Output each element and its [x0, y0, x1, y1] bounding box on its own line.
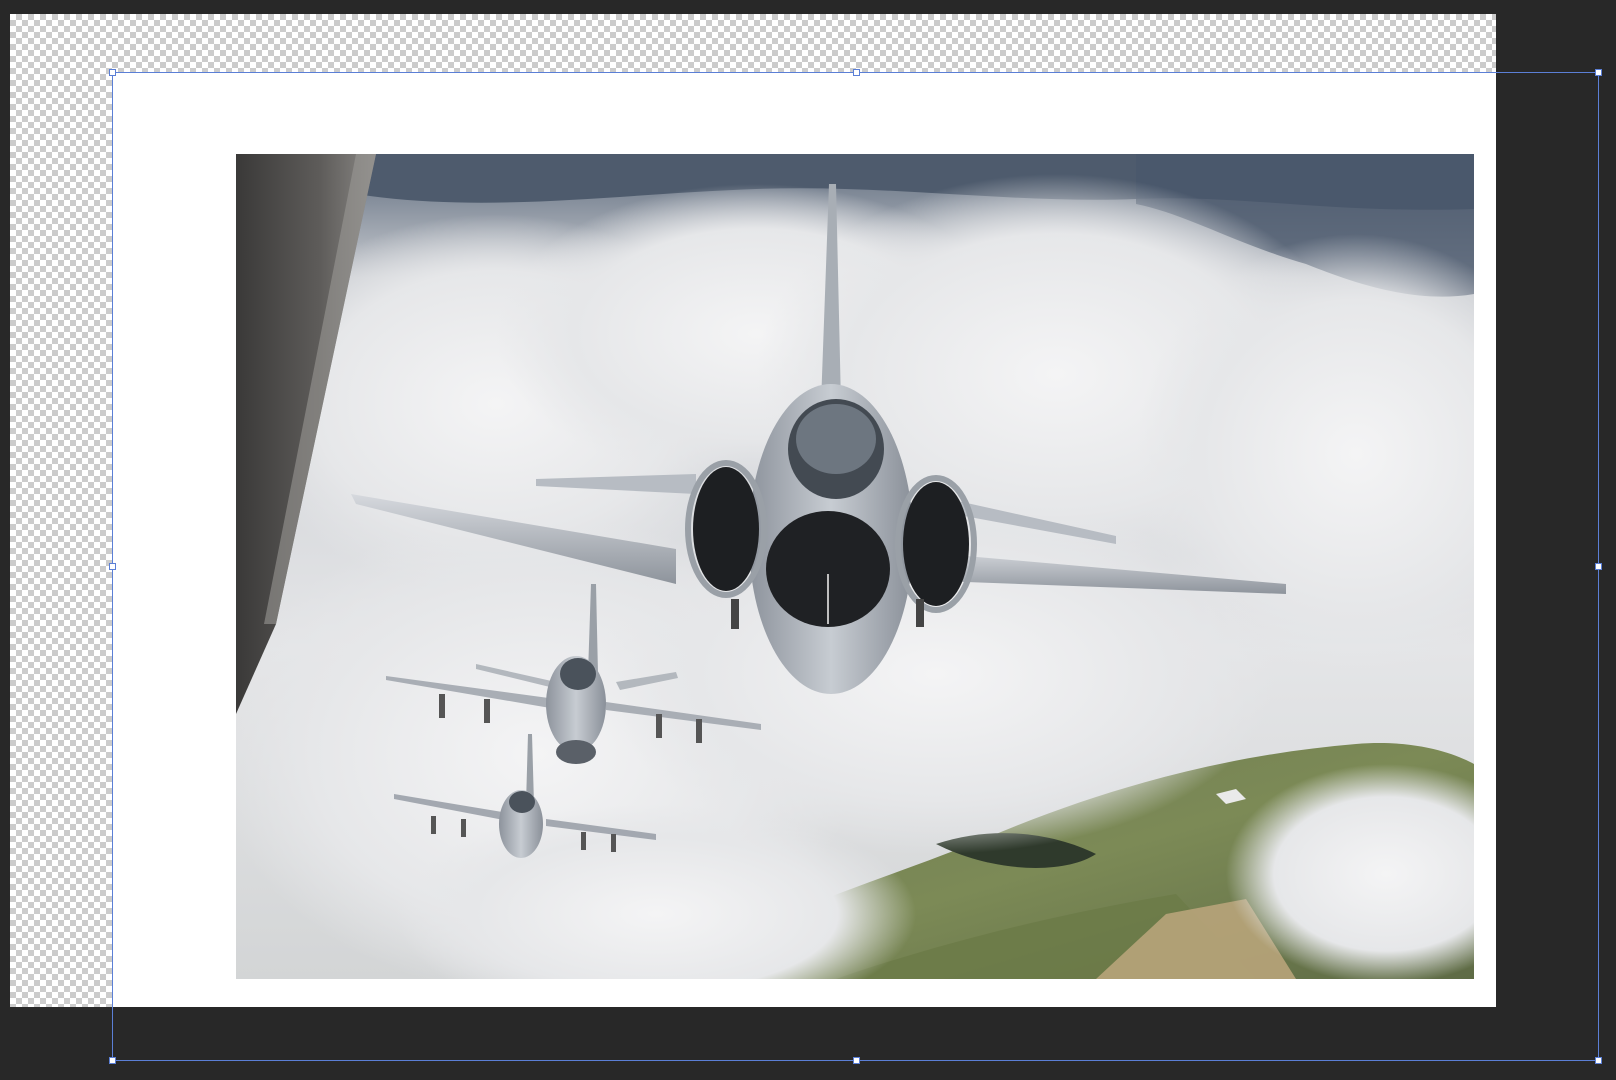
transform-handle-top-center[interactable] — [853, 69, 860, 76]
photo-artwork — [236, 154, 1474, 979]
transform-handle-bottom-left[interactable] — [109, 1057, 116, 1064]
fighter-jets-photo-layer[interactable] — [236, 154, 1474, 979]
transform-handle-top-right[interactable] — [1595, 69, 1602, 76]
transform-handle-bottom-right[interactable] — [1595, 1057, 1602, 1064]
transform-handle-top-left[interactable] — [109, 69, 116, 76]
transform-handle-middle-left[interactable] — [109, 563, 116, 570]
transform-handle-middle-right[interactable] — [1595, 563, 1602, 570]
editor-workspace — [0, 0, 1616, 1080]
transform-handle-bottom-center[interactable] — [853, 1057, 860, 1064]
